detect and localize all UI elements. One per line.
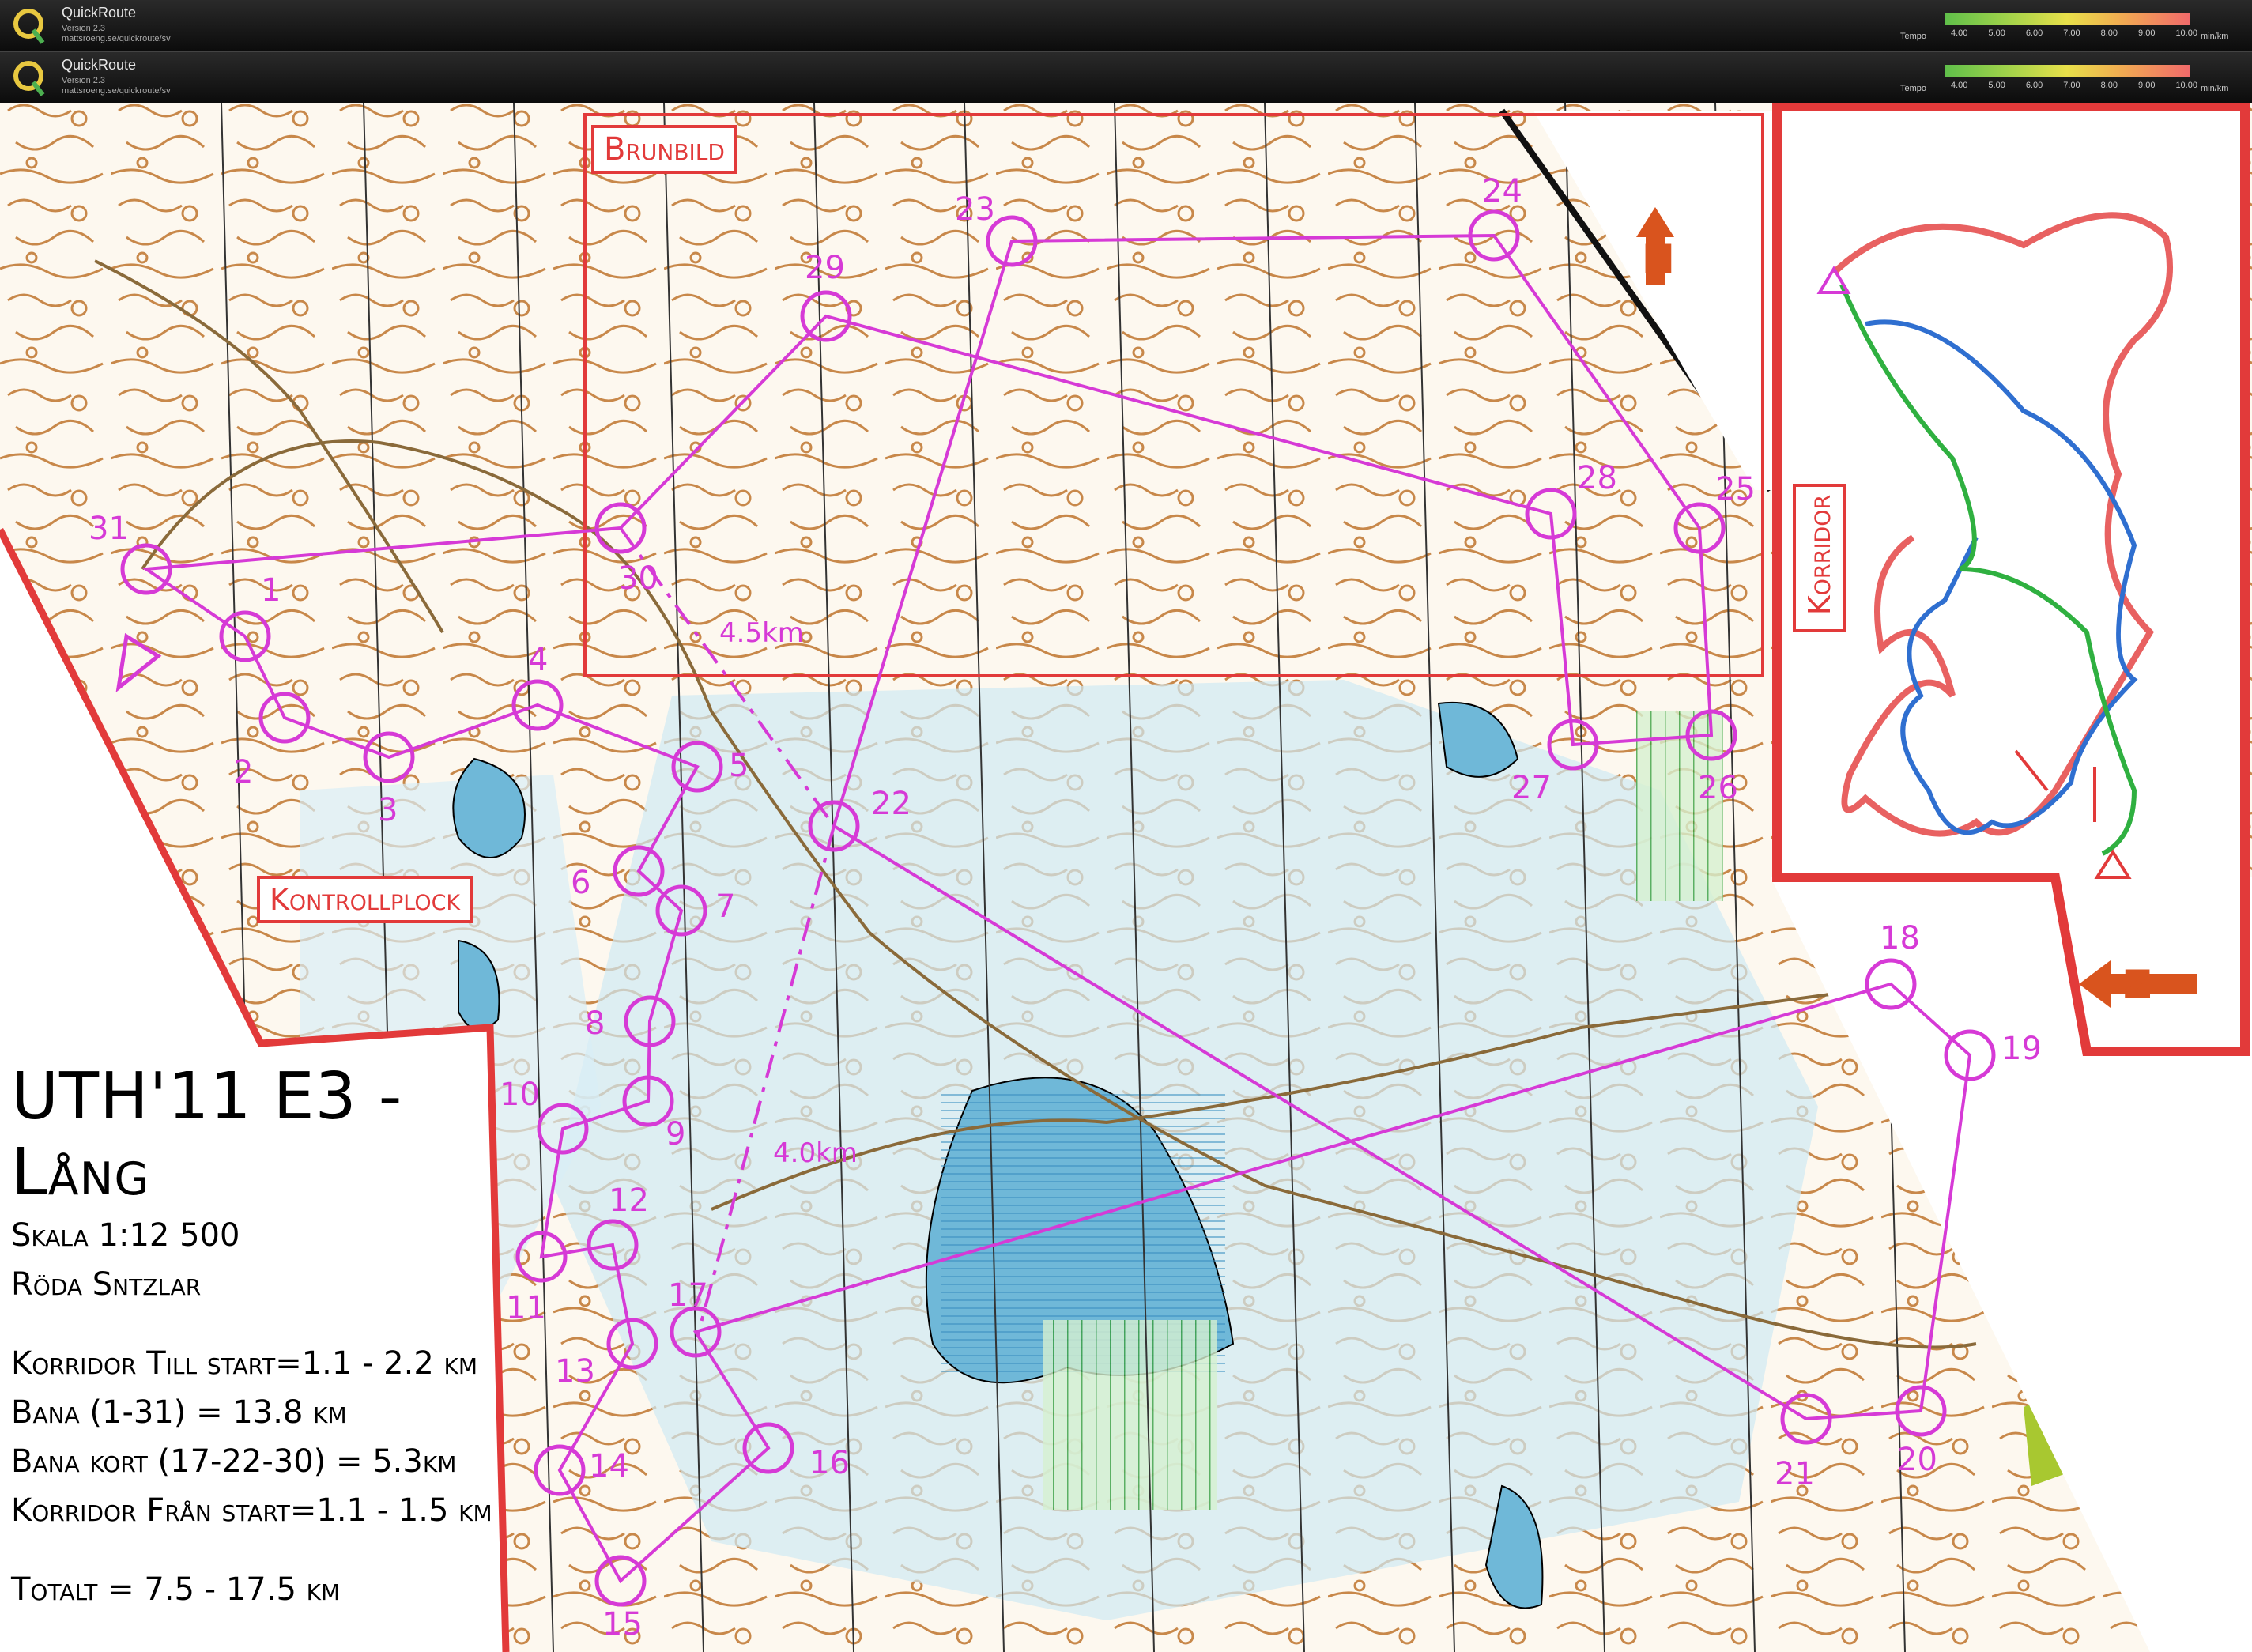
control-number: 13 bbox=[555, 1353, 595, 1390]
tempo-legend: Tempo 4.00 5.00 6.00 7.00 8.00 9.00 10.00 min/… bbox=[1897, 60, 2229, 95]
control-number: 14 bbox=[589, 1448, 629, 1484]
korridor-label: Korridor bbox=[1793, 484, 1846, 632]
brunbild-label: Brunbild bbox=[591, 125, 737, 174]
legend-line: Bana kort (17-22-30) = 5.3km bbox=[11, 1443, 457, 1480]
control-number: 31 bbox=[89, 511, 129, 547]
legend-line: Korridor Till start=1.1 - 2.2 km bbox=[11, 1345, 478, 1382]
control-number: 1 bbox=[261, 572, 281, 609]
control-number: 22 bbox=[871, 786, 911, 822]
quickroute-logo-icon bbox=[13, 9, 45, 44]
control-number: 8 bbox=[585, 1005, 605, 1042]
control-number: 18 bbox=[1880, 920, 1920, 956]
svg-text:Z: Z bbox=[2123, 962, 2152, 1008]
control-number: 2 bbox=[233, 754, 253, 790]
control-number: 21 bbox=[1775, 1456, 1815, 1492]
control-number: 28 bbox=[1577, 460, 1617, 496]
tempo-unit: min/km bbox=[2201, 32, 2229, 41]
svg-text:N: N bbox=[1642, 236, 1675, 282]
app-name: QuickRoute bbox=[62, 5, 137, 21]
tempo-legend: Tempo 4.00 5.00 6.00 7.00 8.00 9.00 10.00 min/… bbox=[1897, 8, 2229, 43]
quickroute-logo-icon bbox=[13, 61, 45, 96]
control-number: 27 bbox=[1511, 770, 1552, 806]
control-number: 3 bbox=[378, 792, 398, 828]
control-number: 5 bbox=[729, 748, 749, 784]
control-number: 10 bbox=[500, 1077, 540, 1113]
legend-line: Totalt = 7.5 - 17.5 km bbox=[11, 1571, 341, 1608]
control-number: 25 bbox=[1715, 471, 1756, 507]
app-version: Version 2.3 mattsroeng.se/quickroute/sv bbox=[62, 24, 171, 43]
control-number: 6 bbox=[571, 865, 590, 901]
control-number: 20 bbox=[1897, 1442, 1937, 1478]
legend-line: Bana (1-31) = 13.8 km bbox=[11, 1394, 347, 1431]
tempo-color-bar bbox=[1945, 13, 2190, 25]
control-number: 30 bbox=[618, 560, 658, 597]
control-number: 16 bbox=[809, 1445, 850, 1481]
legend-line: Skala 1:12 500 bbox=[11, 1217, 240, 1254]
map-title: UTH'11 E3 - Lång bbox=[11, 1059, 403, 1210]
control-number: 9 bbox=[666, 1116, 685, 1152]
control-number: 15 bbox=[602, 1606, 643, 1643]
tempo-label: Tempo bbox=[1900, 32, 1927, 41]
control-number: 26 bbox=[1698, 770, 1738, 806]
control-number: 23 bbox=[955, 191, 995, 228]
app-version: Version 2.3 mattsroeng.se/quickroute/sv bbox=[62, 76, 171, 96]
kontrollplock-label: Kontrollplock bbox=[257, 876, 473, 923]
distance-label: 4.5km bbox=[719, 617, 804, 649]
legend-line: Röda Sntzlar bbox=[11, 1266, 202, 1303]
window-titlebar-2: QuickRoute Version 2.3 mattsroeng.se/quic… bbox=[0, 52, 2252, 104]
app-name: QuickRoute bbox=[62, 57, 137, 73]
distance-label: 4.0km bbox=[773, 1137, 858, 1169]
control-number: 7 bbox=[715, 888, 735, 925]
legend-line: Korridor Från start=1.1 - 1.5 km bbox=[11, 1492, 492, 1529]
window-titlebar-1: QuickRoute Version 2.3 mattsroeng.se/quic… bbox=[0, 0, 2252, 52]
control-number: 17 bbox=[668, 1277, 708, 1314]
control-number: 4 bbox=[528, 642, 548, 678]
control-number: 19 bbox=[2001, 1031, 2042, 1067]
control-number: 12 bbox=[609, 1182, 649, 1219]
control-number: 11 bbox=[506, 1290, 546, 1326]
vegetation-area bbox=[1043, 1320, 1217, 1510]
control-number: 24 bbox=[1482, 173, 1522, 209]
map-legend: UTH'11 E3 - Lång Skala 1:12 500 Röda Snt… bbox=[11, 1059, 492, 1614]
tempo-ticks: 4.00 5.00 6.00 7.00 8.00 9.00 10.00 bbox=[1951, 28, 2197, 38]
control-number: 29 bbox=[805, 250, 845, 286]
